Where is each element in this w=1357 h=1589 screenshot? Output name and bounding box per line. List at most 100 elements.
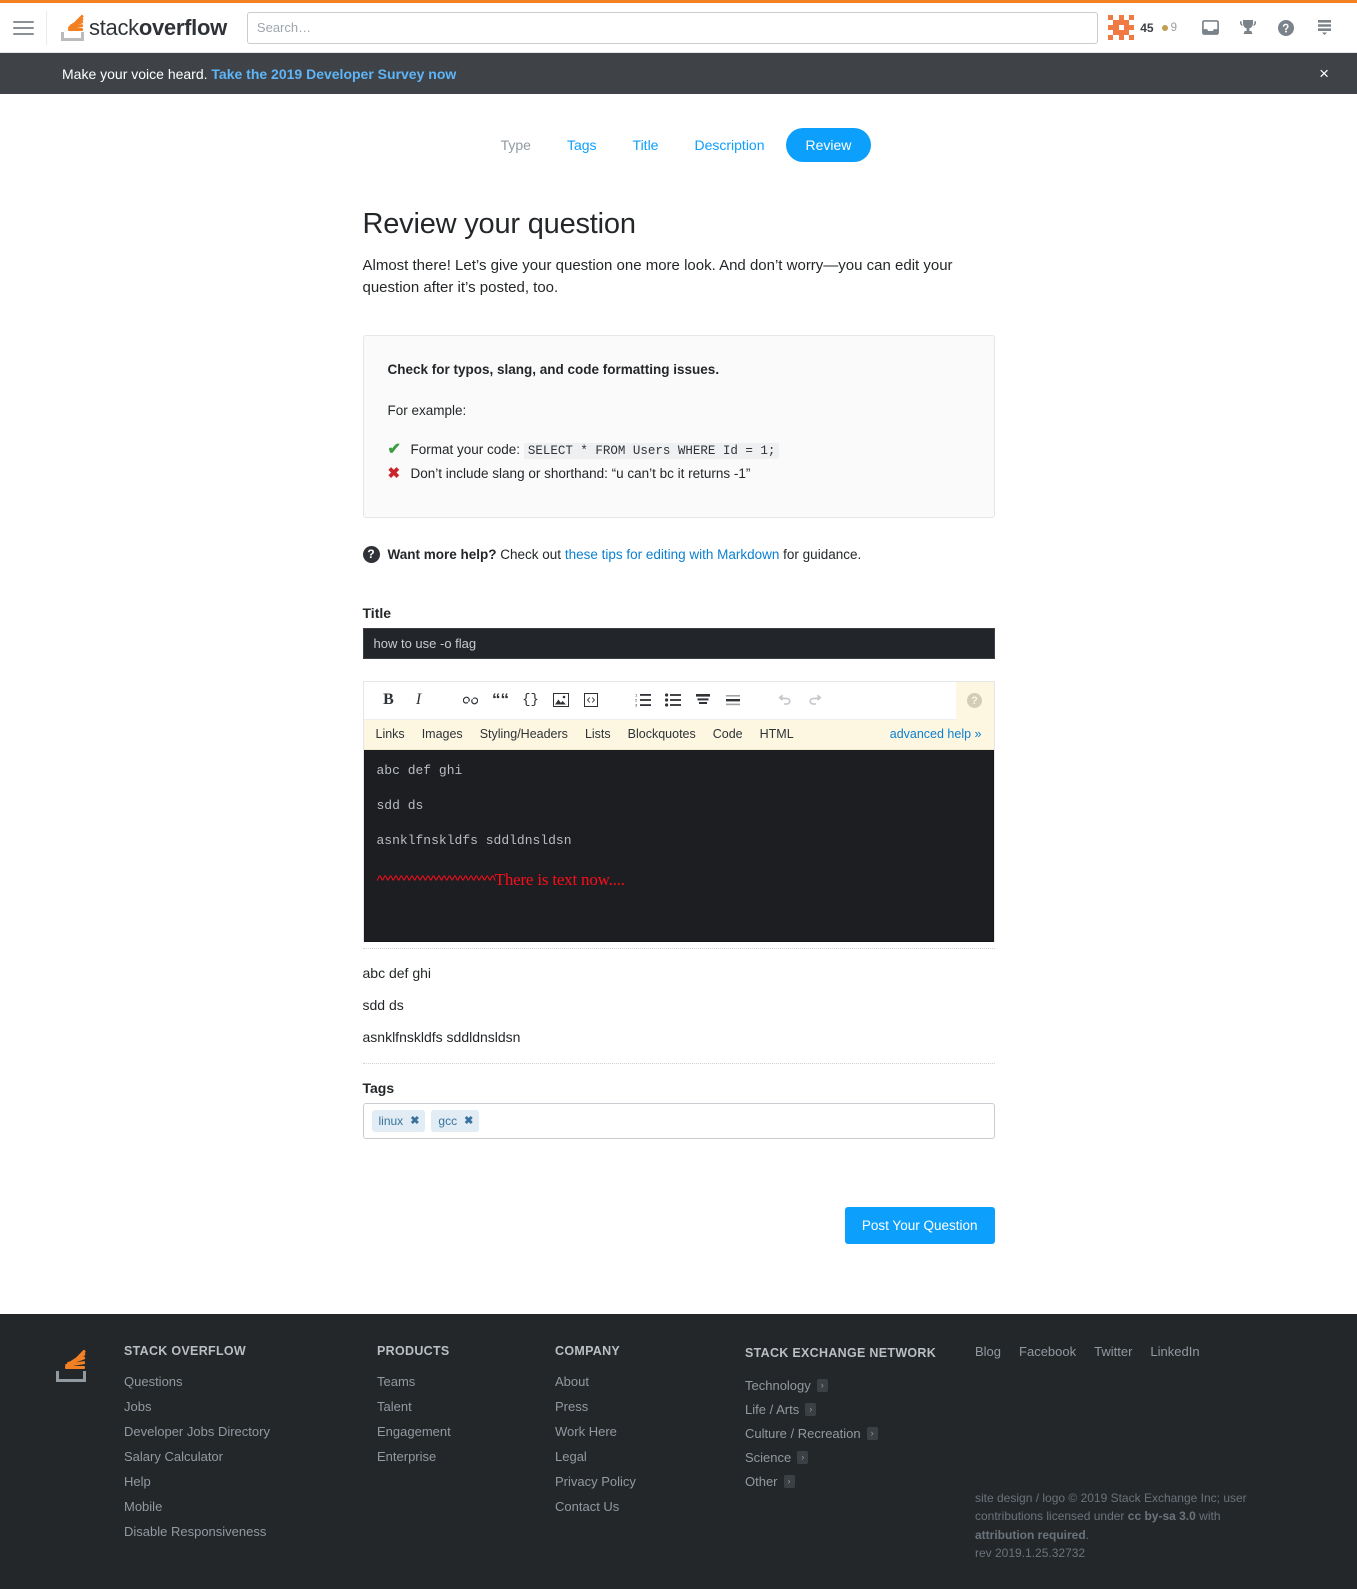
footer-link-about[interactable]: About <box>555 1374 725 1389</box>
footer-logo[interactable] <box>56 1344 124 1563</box>
network-link-label[interactable]: Culture / Recreation <box>745 1426 861 1441</box>
html-snippet-icon[interactable] <box>576 685 606 715</box>
site-switcher-icon[interactable] <box>1305 12 1343 44</box>
red-annotation: ^^^^^^^^^^^^^^^^^^^^^^There is text now.… <box>377 871 981 888</box>
badge-count[interactable]: 9 <box>1161 22 1177 34</box>
social-link-blog[interactable]: Blog <box>975 1344 1001 1359</box>
tip-code-sample: SELECT * FROM Users WHERE Id = 1; <box>523 442 780 459</box>
chevron-right-icon: › <box>783 1474 795 1488</box>
footer-link-work-here[interactable]: Work Here <box>555 1424 725 1439</box>
blockquote-icon[interactable]: ““ <box>486 685 516 715</box>
help-styling-headers[interactable]: Styling/Headers <box>480 727 585 741</box>
annotation-text: There is text now.... <box>494 869 625 889</box>
horizontal-rule-icon[interactable] <box>718 685 748 715</box>
footer-link-questions[interactable]: Questions <box>124 1374 357 1389</box>
logo-word-overflow: overflow <box>138 14 227 40</box>
code-icon[interactable]: {} <box>516 685 546 715</box>
footer-link-privacy-policy[interactable]: Privacy Policy <box>555 1474 725 1489</box>
bulleted-list-icon[interactable] <box>658 685 688 715</box>
editor-line: asnklfnskldfs sddldnsldsn <box>376 832 572 848</box>
footer-link-contact-us[interactable]: Contact Us <box>555 1499 725 1514</box>
step-description[interactable]: Description <box>679 128 779 162</box>
footer-link-talent[interactable]: Talent <box>377 1399 535 1414</box>
close-icon[interactable]: × <box>1313 61 1335 86</box>
remove-tag-icon[interactable]: ✖ <box>410 1114 419 1127</box>
network-item-other[interactable]: Other › <box>745 1474 955 1489</box>
footer-link-teams[interactable]: Teams <box>377 1374 535 1389</box>
social-link-twitter[interactable]: Twitter <box>1094 1344 1132 1359</box>
post-your-question-button[interactable]: Post Your Question <box>844 1206 995 1244</box>
network-link-label[interactable]: Life / Arts <box>745 1402 799 1417</box>
step-type[interactable]: Type <box>486 128 546 162</box>
footer-link-enterprise[interactable]: Enterprise <box>377 1449 535 1464</box>
footer-legal: site design / logo © 2019 Stack Exchange… <box>975 1489 1281 1563</box>
step-title[interactable]: Title <box>618 128 674 162</box>
markdown-textarea[interactable]: abc def ghi sdd ds asnklfnskldfs sddldns… <box>363 749 994 942</box>
help-lists[interactable]: Lists <box>585 727 628 741</box>
stack-overflow-logo-icon <box>61 14 85 41</box>
help-html[interactable]: HTML <box>760 727 811 741</box>
image-icon[interactable] <box>546 685 576 715</box>
tag-chip-gcc[interactable]: gcc ✖ <box>431 1109 480 1132</box>
ask-wizard-steps: Type Tags Title Description Review <box>0 128 1357 162</box>
developer-survey-link[interactable]: Take the 2019 Developer Survey now <box>211 66 456 82</box>
title-input[interactable] <box>362 627 995 659</box>
help-images[interactable]: Images <box>422 727 480 741</box>
numbered-list-icon[interactable]: 123 <box>628 685 658 715</box>
footer-link-press[interactable]: Press <box>555 1399 725 1414</box>
user-avatar[interactable] <box>1108 14 1135 41</box>
undo-icon[interactable] <box>770 685 800 715</box>
tags-input[interactable]: linux ✖ gcc ✖ <box>362 1102 995 1139</box>
help-blockquotes[interactable]: Blockquotes <box>628 727 713 741</box>
reputation-count[interactable]: 45 <box>1140 21 1153 35</box>
advanced-help-link[interactable]: advanced help » <box>890 727 994 741</box>
footer-link-mobile[interactable]: Mobile <box>124 1499 357 1514</box>
network-link-label[interactable]: Other <box>745 1474 778 1489</box>
footer-link-salary-calculator[interactable]: Salary Calculator <box>124 1449 357 1464</box>
network-link-label[interactable]: Science <box>745 1450 791 1465</box>
social-links: Blog Facebook Twitter LinkedIn <box>975 1344 1281 1359</box>
network-link-label[interactable]: Technology <box>745 1378 811 1393</box>
tips-heading: Check for typos, slang, and code formatt… <box>387 361 720 377</box>
social-link-facebook[interactable]: Facebook <box>1019 1344 1076 1359</box>
stack-overflow-logo[interactable]: stackoverflow <box>61 14 227 41</box>
network-item-culture-recreation[interactable]: Culture / Recreation › <box>745 1426 955 1441</box>
network-item-life-arts[interactable]: Life / Arts › <box>745 1402 955 1417</box>
footer-link-help[interactable]: Help <box>124 1474 357 1489</box>
footer-heading: Products <box>377 1343 450 1358</box>
footer-link-legal[interactable]: Legal <box>555 1449 725 1464</box>
footer-link-engagement[interactable]: Engagement <box>377 1424 535 1439</box>
announcement-lead: Make your voice heard. <box>62 65 212 82</box>
header-divider <box>46 10 47 45</box>
editor-line: sdd ds <box>376 797 424 813</box>
hamburger-menu-icon[interactable] <box>0 3 46 53</box>
footer-link-disable-responsiveness[interactable]: Disable Responsiveness <box>124 1524 357 1539</box>
step-review[interactable]: Review <box>785 128 872 162</box>
remove-tag-icon[interactable]: ✖ <box>464 1114 473 1127</box>
editor-line: abc def ghi <box>376 762 463 778</box>
editor-help-icon[interactable]: ? <box>955 681 994 720</box>
footer-link-jobs[interactable]: Jobs <box>124 1399 357 1414</box>
search-input[interactable] <box>246 11 1099 44</box>
inbox-icon[interactable] <box>1191 12 1229 44</box>
social-link-linkedin[interactable]: LinkedIn <box>1150 1344 1199 1359</box>
markdown-tips-link[interactable]: these tips for editing with Markdown <box>565 547 780 562</box>
page-title: Review your question <box>362 208 636 240</box>
footer-col-stack-overflow: Stack Overflow Questions Jobs Developer … <box>124 1344 377 1563</box>
bold-icon[interactable]: B <box>374 685 404 715</box>
network-item-technology[interactable]: Technology › <box>745 1378 955 1393</box>
help-code[interactable]: Code <box>713 727 760 741</box>
italic-icon[interactable]: I <box>404 685 434 715</box>
tag-chip-linux[interactable]: linux ✖ <box>371 1109 426 1132</box>
heading-icon[interactable] <box>688 685 718 715</box>
annotation-carets: ^^^^^^^^^^^^^^^^^^^^^^ <box>376 871 496 888</box>
redo-icon[interactable] <box>800 685 830 715</box>
link-icon[interactable] <box>456 685 486 715</box>
hamburger-line <box>12 20 34 23</box>
footer-link-developer-jobs-directory[interactable]: Developer Jobs Directory <box>124 1424 357 1439</box>
network-item-science[interactable]: Science › <box>745 1450 955 1465</box>
help-icon[interactable] <box>1267 12 1305 44</box>
step-tags[interactable]: Tags <box>552 128 612 162</box>
trophy-icon[interactable] <box>1229 12 1267 44</box>
help-links[interactable]: Links <box>376 727 422 741</box>
